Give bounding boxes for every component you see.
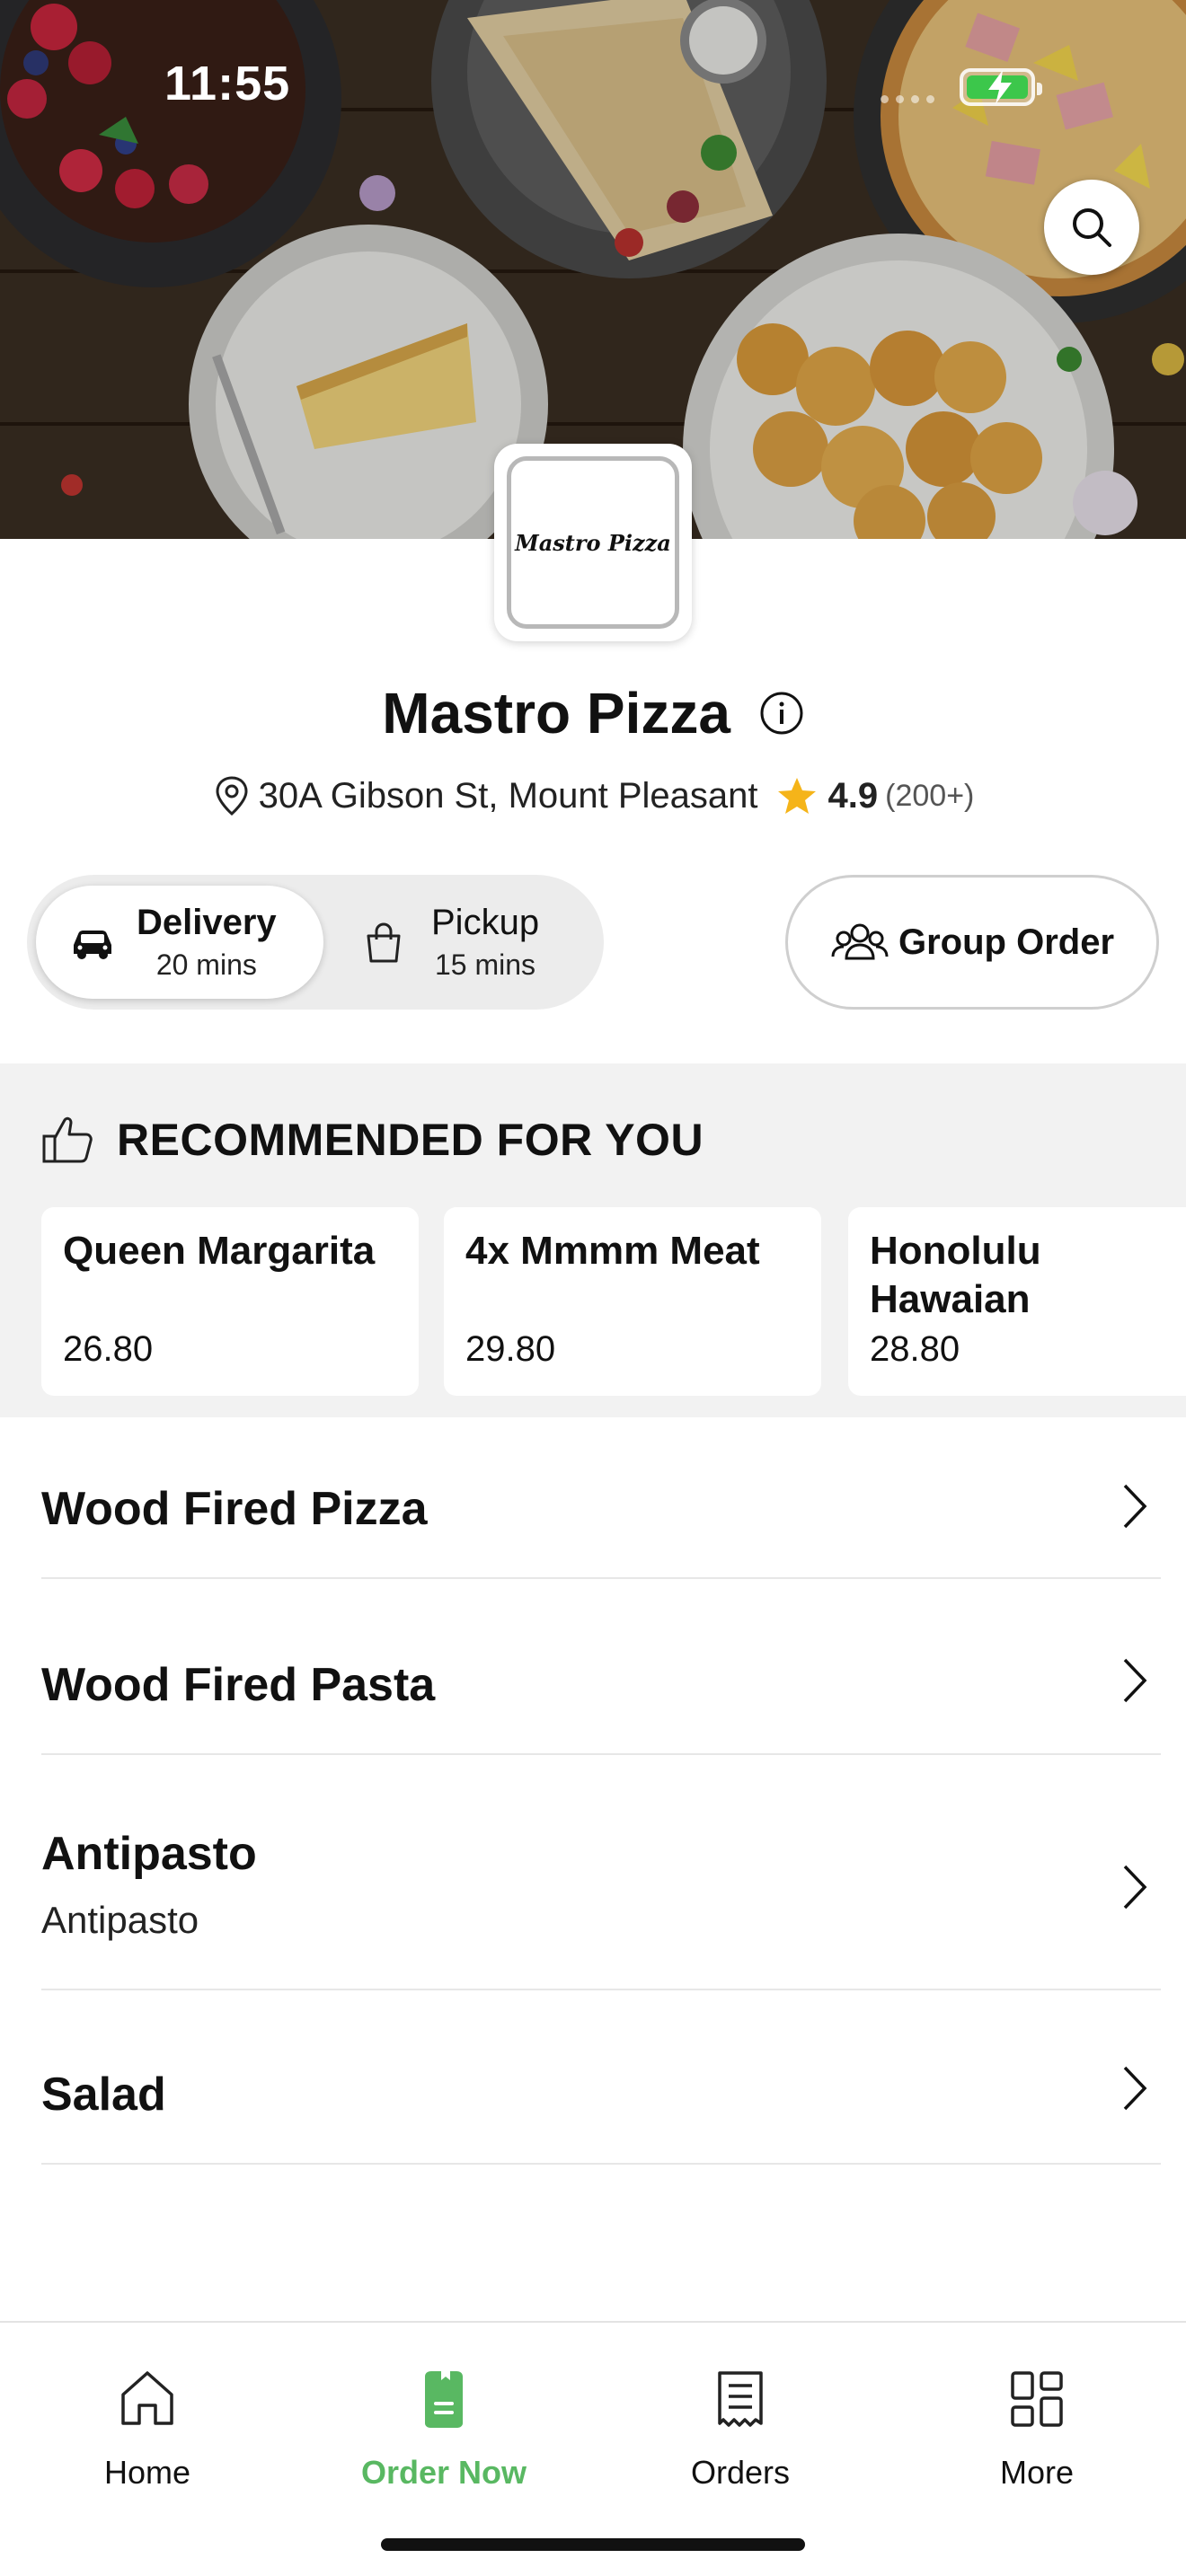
location-pin-icon [216,776,248,816]
recommended-header: RECOMMENDED FOR YOU [41,1114,704,1166]
tab-label: More [999,2454,1075,2491]
shopping-bag-icon [367,922,401,963]
recommended-item-name: Honolulu Hawaian [870,1229,1041,1321]
chevron-right-icon [1123,1484,1147,1529]
car-icon [74,931,111,959]
category-row[interactable]: Salad [41,1990,1161,2165]
recommended-item-name: 4x Mmmm Meat [465,1229,760,1273]
tab-label: Order Now [360,2454,527,2491]
recommended-card[interactable]: Queen Margarita 26.80 [41,1207,419,1396]
delivery-option[interactable]: Delivery 20 mins [36,886,323,999]
address-text: 30A Gibson St, Mount Pleasant [258,775,758,816]
category-title: Salad [41,2069,166,2121]
recommended-card[interactable]: Honolulu Hawaian 28.80 [848,1207,1186,1396]
group-order-button[interactable]: Group Order [785,875,1159,1010]
pickup-time: 15 mins [435,948,536,981]
tab-label: Orders [690,2454,791,2491]
thumbs-up-icon [42,1116,93,1163]
category-row[interactable]: Wood Fired Pasta [41,1579,1161,1755]
restaurant-name: Mastro Pizza [382,681,730,746]
tab-order-now[interactable]: Order Now [345,2368,543,2492]
recommended-item-price: 26.80 [63,1329,154,1369]
search-icon [1073,208,1111,247]
pickup-label: Pickup [431,903,540,942]
restaurant-name-row: Mastro Pizza [0,675,1186,746]
delivery-time: 20 mins [155,948,257,981]
home-indicator[interactable] [381,2538,805,2551]
address-rating-row: 30A Gibson St, Mount Pleasant 4.9 (200+) [0,774,1186,817]
status-bar-dots [881,95,934,103]
order-mode-toggle: Delivery 20 mins Pickup 15 mins [27,875,604,1010]
rating-value: 4.9 [828,775,879,816]
recommended-item-price: 28.80 [870,1329,960,1369]
tab-label: Home [103,2454,191,2491]
logo-text: Mastro Pizza [515,529,671,556]
recommended-item-name: Queen Margarita [63,1229,376,1273]
chevron-right-icon [1123,1658,1147,1703]
chevron-right-icon [1123,1865,1147,1910]
group-icon [831,923,889,960]
recommended-title: RECOMMENDED FOR YOU [117,1115,704,1165]
tab-home[interactable]: Home [49,2368,246,2492]
category-row[interactable]: Wood Fired Pizza [41,1419,1161,1579]
tab-orders[interactable]: Orders [642,2368,839,2492]
star-icon [777,778,816,814]
group-order-label: Group Order [898,922,1115,962]
category-row[interactable]: Antipasto Antipasto [41,1755,1161,1990]
category-subtitle: Antipasto [41,1899,199,1941]
receipt-icon [718,2371,763,2427]
search-button[interactable] [1044,180,1139,275]
info-icon[interactable] [759,691,804,736]
delivery-label: Delivery [137,903,277,942]
pickup-option[interactable]: Pickup 15 mins [350,886,593,999]
recommended-item-price: 29.80 [465,1329,556,1369]
category-title: Wood Fired Pizza [41,1483,428,1535]
rating-count: (200+) [885,778,975,813]
battery-icon [960,68,1042,106]
status-bar-time: 11:55 [164,57,291,110]
home-icon [121,2371,173,2425]
restaurant-logo: Mastro Pizza [494,444,692,641]
recommended-card[interactable]: 4x Mmmm Meat 29.80 [444,1207,821,1396]
order-icon [425,2371,463,2428]
tab-more[interactable]: More [938,2368,1136,2492]
category-title: Antipasto [41,1828,257,1880]
category-title: Wood Fired Pasta [41,1659,436,1711]
chevron-right-icon [1123,2066,1147,2111]
grid-icon [1011,2371,1063,2427]
recommended-section: RECOMMENDED FOR YOU Queen Margarita 26.8… [0,1063,1186,1417]
